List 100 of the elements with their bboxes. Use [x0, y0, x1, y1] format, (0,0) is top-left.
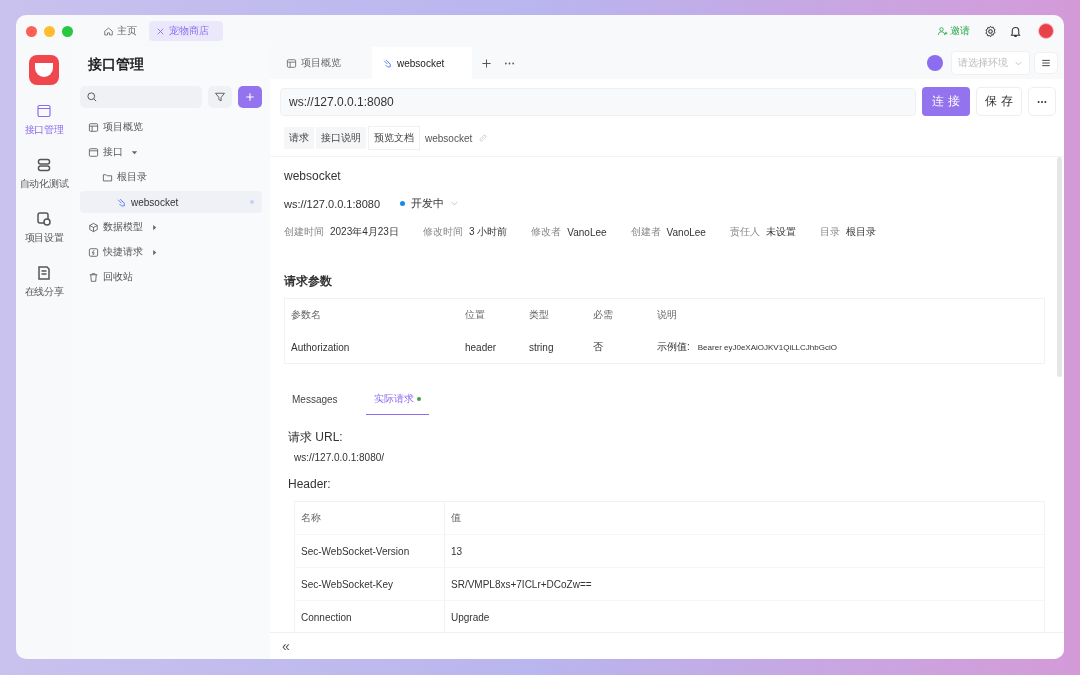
table-cell: Sec-WebSocket-Key: [295, 568, 445, 600]
table-cell-text: header: [465, 341, 498, 353]
table-cell-text: string: [529, 341, 555, 353]
api-icon: [36, 103, 52, 119]
url-field[interactable]: ws://127.0.0.1:8080: [280, 87, 916, 116]
column-header: 类型: [529, 308, 550, 322]
caret-right-icon[interactable]: [151, 223, 158, 231]
menu-button[interactable]: [1034, 52, 1058, 74]
add-button[interactable]: [238, 86, 262, 108]
meta-label: 责任人: [729, 225, 760, 239]
rail-item[interactable]: 自动化测试: [19, 157, 69, 191]
endpoint-name: websocket: [425, 132, 473, 144]
stack-icon: [36, 157, 52, 173]
sub-tab[interactable]: 请求: [284, 127, 314, 149]
table-cell-text: SR/VMPL8xs+7ICLr+DCoZw==: [450, 578, 593, 590]
bell-icon[interactable]: [1009, 24, 1022, 38]
sub-tab[interactable]: 预览文档: [368, 126, 420, 150]
editor-tab[interactable]: 项目概览: [276, 47, 368, 79]
table-cell: Connection: [295, 601, 445, 632]
scrollbar[interactable]: [1057, 157, 1062, 377]
section-title: 请求参数: [284, 273, 333, 290]
column-header: 必需: [593, 308, 614, 322]
column-header: 位置: [465, 308, 486, 322]
meta-value: 根目录: [845, 225, 876, 239]
tree-item[interactable]: websocket: [80, 191, 262, 213]
sub-tab[interactable]: 接口说明: [316, 127, 366, 149]
meta-value: VanoLee: [567, 226, 607, 238]
search-field[interactable]: [80, 86, 202, 108]
result-tab[interactable]: Messages: [284, 386, 346, 415]
person-add-icon: [937, 25, 948, 37]
connect-button[interactable]: 连 接: [922, 87, 970, 116]
tree-item[interactable]: 接口: [80, 141, 262, 163]
folder-icon: [102, 171, 113, 183]
table-cell-text: Authorization: [291, 341, 351, 353]
search-icon: [86, 91, 98, 103]
rail-item[interactable]: 在线分享: [24, 265, 64, 299]
rail-item[interactable]: 项目设置: [24, 211, 64, 245]
plus-icon: [244, 91, 256, 103]
avatar[interactable]: [1038, 23, 1054, 39]
document-title: websocket: [284, 169, 342, 183]
chevron-down-icon: [450, 199, 459, 208]
meta-label: 修改者: [531, 225, 562, 239]
filter-button[interactable]: [208, 86, 232, 108]
close-window-button[interactable]: [26, 25, 37, 37]
example-value: Bearer eyJ0eXAiOJKV1QiLLCJhbGciO: [697, 342, 837, 352]
settings-icon: [36, 211, 52, 227]
document-icon: [36, 265, 52, 281]
column-header: 说明: [657, 308, 678, 322]
result-tab[interactable]: 实际请求: [365, 386, 429, 415]
column-header: 值: [450, 511, 462, 525]
websocket-icon: [382, 57, 393, 69]
tree-item[interactable]: 项目概览: [80, 116, 262, 138]
zoom-window-button[interactable]: [62, 25, 73, 37]
tree-item[interactable]: 回收站: [80, 266, 262, 288]
collapse-button[interactable]: «: [280, 638, 292, 654]
app-logo: [29, 55, 59, 85]
lightning-icon: [88, 246, 99, 258]
caret-right-icon[interactable]: [151, 248, 158, 256]
example-label: 示例值:: [657, 340, 690, 354]
table-cell: Sec-WebSocket-Version: [295, 535, 445, 567]
meta-value: 3 小时前: [468, 225, 508, 239]
caret-down-icon[interactable]: [131, 148, 138, 156]
section-title: Header:: [288, 477, 332, 491]
meta-label: 创建时间: [284, 225, 324, 239]
column-header: 名称: [295, 502, 445, 534]
column-header: 参数名: [291, 308, 322, 322]
sidebar-title: 接口管理: [88, 56, 145, 74]
plus-icon[interactable]: [480, 56, 493, 70]
editor-tab[interactable]: websocket: [372, 47, 472, 79]
status-select[interactable]: 开发中: [400, 196, 459, 211]
tree-item[interactable]: 快捷请求: [80, 241, 262, 263]
window-tab[interactable]: 主页: [97, 21, 143, 41]
meta-label: 目录: [819, 225, 840, 239]
section-title: 请求 URL:: [288, 429, 344, 446]
websocket-icon: [116, 196, 127, 208]
rail-item[interactable]: 接口管理: [24, 103, 64, 137]
trash-icon: [88, 271, 99, 283]
table-cell-text: 否: [593, 340, 604, 354]
meta-value: 2023年4月23日: [330, 225, 399, 239]
table-cell-text: 13: [450, 545, 464, 557]
save-button[interactable]: 保 存: [976, 87, 1022, 116]
layout-icon: [88, 121, 99, 133]
meta-label: 修改时间: [422, 225, 463, 239]
environment-icon[interactable]: [927, 55, 943, 71]
endpoint-url: ws://127.0.0.1:8080: [284, 197, 380, 210]
tree-item[interactable]: 数据模型: [80, 216, 262, 238]
settings-icon[interactable]: [984, 24, 997, 38]
home-icon: [103, 25, 114, 37]
meta-value: VanoLee: [666, 226, 706, 238]
table-cell-text: Upgrade: [450, 611, 491, 623]
request-url: ws://127.0.0.1:8080/: [294, 452, 386, 463]
status-dot: [250, 200, 254, 204]
menu-icon: [1040, 57, 1052, 69]
filter-icon: [214, 91, 226, 103]
api-icon: [88, 146, 99, 158]
cube-icon: [88, 221, 99, 233]
layout-icon: [286, 57, 297, 69]
tree-item[interactable]: 根目录: [80, 166, 262, 188]
meta-label: 创建者: [630, 225, 661, 239]
meta-value: 未设置: [765, 225, 796, 239]
